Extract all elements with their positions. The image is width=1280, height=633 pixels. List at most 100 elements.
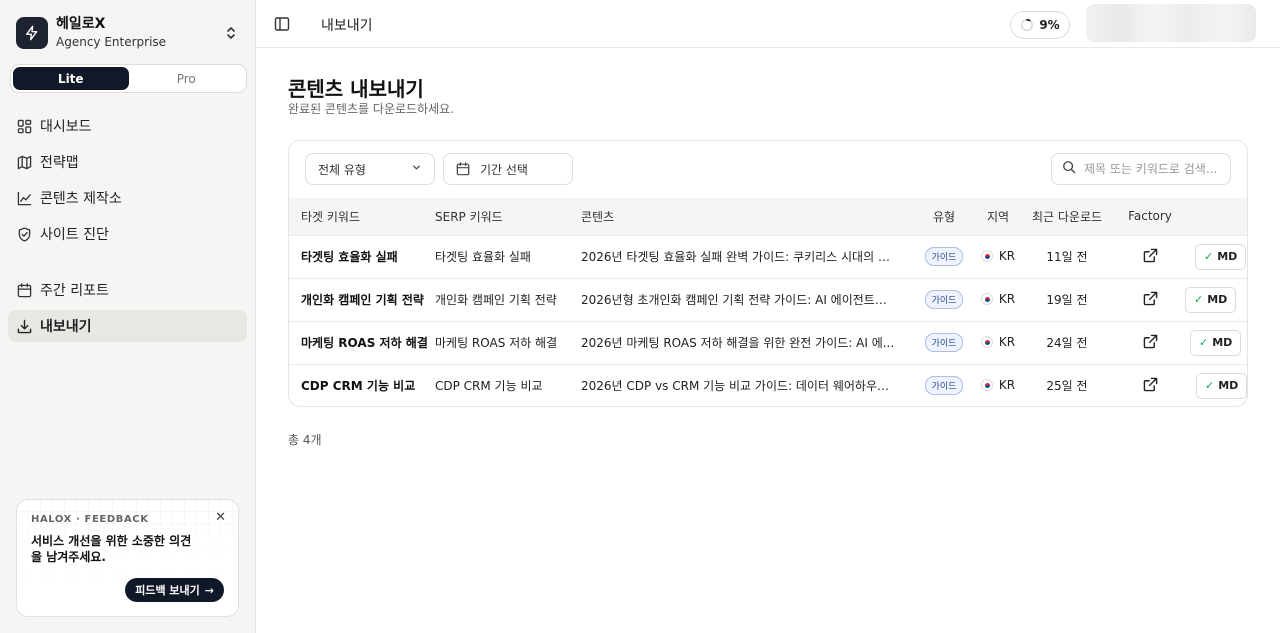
region-cell: KR: [980, 334, 1016, 349]
content-title-cell: 2026년 마케팅 ROAS 저하 해결을 위한 완전 가이드: AI 에...: [581, 320, 911, 364]
nav-label: 주간 리포트: [40, 283, 109, 299]
serp-keyword-cell: 타겟팅 효율화 실패: [435, 234, 581, 278]
progress-indicator[interactable]: 9%: [1010, 11, 1070, 39]
check-icon: ✓: [1194, 293, 1204, 306]
serp-keyword-cell: 마케팅 ROAS 저하 해결: [435, 320, 581, 364]
search-input[interactable]: [1084, 162, 1224, 176]
sidebar: 헤일로X Agency Enterprise Lite Pro 대시보드 전략맵: [0, 0, 256, 633]
page-subtitle: 완료된 콘텐츠를 다운로드하세요.: [288, 102, 455, 116]
nav-item-dashboard[interactable]: 대시보드: [8, 110, 247, 142]
date-range-label: 기간 선택: [480, 162, 528, 177]
md-download-button[interactable]: ✓ MD: [1196, 372, 1247, 399]
korea-flag-icon: [980, 292, 993, 305]
nav-item-content-studio[interactable]: 콘텐츠 제작소: [8, 182, 247, 214]
table-header-row: 타겟 키워드 SERP 키워드 콘텐츠 유형 지역 최근 다운로드 Factor…: [289, 198, 1247, 235]
table-row[interactable]: CDP CRM 기능 비교 CDP CRM 기능 비교 2026년 CDP vs…: [289, 363, 1247, 406]
content-title-cell: 2026년형 초개인화 캠페인 기획 전략 가이드: AI 에이전트와 ...: [581, 277, 911, 321]
nav-label: 대시보드: [40, 119, 92, 135]
date-range-picker[interactable]: 기간 선택: [443, 153, 573, 185]
download-icon: [16, 318, 32, 334]
workspace-switcher[interactable]: 헤일로X Agency Enterprise: [16, 16, 239, 50]
column-header[interactable]: 타겟 키워드: [289, 198, 435, 235]
md-download-button[interactable]: ✓ MD: [1185, 286, 1237, 313]
last-download-cell: 19일 전: [1019, 277, 1115, 321]
target-keyword-cell: 마케팅 ROAS 저하 해결: [289, 320, 435, 364]
top-bar: 내보내기 9%: [256, 0, 1280, 48]
calendar-icon: [456, 162, 470, 176]
column-header[interactable]: 콘텐츠: [581, 198, 911, 235]
region-cell: KR: [980, 377, 1016, 392]
target-keyword-cell: CDP CRM 기능 비교: [289, 363, 435, 406]
nav-item-export[interactable]: 내보내기: [8, 310, 247, 342]
column-header[interactable]: Factory: [1115, 198, 1185, 235]
table-row[interactable]: 개인화 캠페인 기획 전략 개인화 캠페인 기획 전략 2026년형 초개인화 …: [289, 277, 1247, 321]
chevron-down-icon: [411, 162, 422, 176]
check-icon: ✓: [1204, 250, 1214, 263]
type-badge: 가이드: [924, 247, 964, 266]
feedback-tag: HALOX · FEEDBACK: [31, 514, 149, 525]
content-title-cell: 2026년 CDP vs CRM 기능 비교 가이드: 데이터 웨어하우스...: [581, 363, 911, 406]
korea-flag-icon: [980, 378, 993, 391]
serp-keyword-cell: CDP CRM 기능 비교: [435, 363, 581, 406]
send-feedback-label: 피드백 보내기: [135, 584, 200, 597]
md-download-button[interactable]: ✓ MD: [1195, 243, 1247, 270]
md-download-button[interactable]: ✓ MD: [1190, 329, 1242, 356]
region-code: KR: [998, 377, 1016, 392]
mode-pro-button[interactable]: Pro: [129, 67, 245, 90]
close-icon[interactable]: ✕: [215, 510, 226, 525]
column-header-actions: [1185, 198, 1247, 235]
nav-item-strategy-map[interactable]: 전략맵: [8, 146, 247, 178]
workspace-name: 헤일로X: [56, 16, 106, 32]
nav-label: 전략맵: [40, 155, 79, 171]
chevrons-updown-icon[interactable]: [223, 23, 239, 43]
external-link-icon[interactable]: [1143, 334, 1158, 352]
region-code: KR: [998, 291, 1016, 306]
md-label: MD: [1218, 379, 1239, 393]
total-count: 총 4개: [288, 433, 322, 447]
user-menu-redacted[interactable]: [1086, 4, 1256, 42]
secondary-nav: 주간 리포트 내보내기: [8, 274, 247, 346]
nav-item-weekly-report[interactable]: 주간 리포트: [8, 274, 247, 306]
region-code: KR: [998, 334, 1016, 349]
content-title-cell: 2026년 타겟팅 효율화 실패 완벽 가이드: 쿠키리스 시대의 퍼...: [581, 234, 911, 278]
external-link-icon[interactable]: [1143, 248, 1158, 266]
send-feedback-button[interactable]: 피드백 보내기 →: [125, 578, 224, 602]
md-label: MD: [1212, 336, 1233, 349]
target-keyword-cell: 타겟팅 효율화 실패: [289, 234, 435, 278]
column-header[interactable]: 최근 다운로드: [1019, 198, 1115, 235]
arrow-right-icon: →: [204, 583, 214, 597]
filter-bar: 전체 유형 기간 선택: [289, 141, 1247, 198]
table-row[interactable]: 타겟팅 효율화 실패 타겟팅 효율화 실패 2026년 타겟팅 효율화 실패 완…: [289, 234, 1247, 278]
feedback-card: HALOX · FEEDBACK ✕ 서비스 개선을 위한 소중한 의견을 남겨…: [16, 499, 239, 617]
progress-value: 9%: [1039, 18, 1060, 32]
md-label: MD: [1217, 250, 1238, 263]
check-icon: ✓: [1205, 379, 1215, 393]
feedback-message: 서비스 개선을 위한 소중한 의견을 남겨주세요.: [31, 534, 192, 564]
external-link-icon[interactable]: [1143, 377, 1158, 395]
region-cell: KR: [980, 249, 1015, 263]
column-header[interactable]: 유형: [911, 198, 977, 235]
sidebar-toggle-icon[interactable]: [274, 16, 290, 32]
table-row[interactable]: 마케팅 ROAS 저하 해결 마케팅 ROAS 저하 해결 2026년 마케팅 …: [289, 320, 1247, 364]
mode-lite-button[interactable]: Lite: [13, 67, 129, 90]
column-header[interactable]: 지역: [977, 198, 1019, 235]
chart-icon: [16, 190, 32, 206]
external-link-icon[interactable]: [1143, 291, 1158, 309]
type-filter-select[interactable]: 전체 유형: [305, 153, 435, 185]
last-download-cell: 25일 전: [1019, 363, 1115, 406]
lightning-icon: [26, 25, 38, 41]
nav-item-site-audit[interactable]: 사이트 진단: [8, 218, 247, 250]
page-title: 콘텐츠 내보내기: [288, 77, 424, 101]
type-badge: 가이드: [924, 333, 964, 352]
type-badge: 가이드: [924, 376, 964, 396]
last-download-cell: 24일 전: [1019, 320, 1115, 364]
type-badge: 가이드: [924, 290, 964, 309]
column-header[interactable]: SERP 키워드: [435, 198, 581, 235]
shield-check-icon: [16, 226, 32, 242]
progress-ring-icon: [1021, 18, 1034, 32]
last-download-cell: 11일 전: [1019, 234, 1115, 278]
breadcrumb: 내보내기: [321, 18, 373, 34]
md-label: MD: [1207, 293, 1228, 306]
search-icon: [1062, 160, 1076, 178]
nav-label: 내보내기: [40, 319, 92, 335]
